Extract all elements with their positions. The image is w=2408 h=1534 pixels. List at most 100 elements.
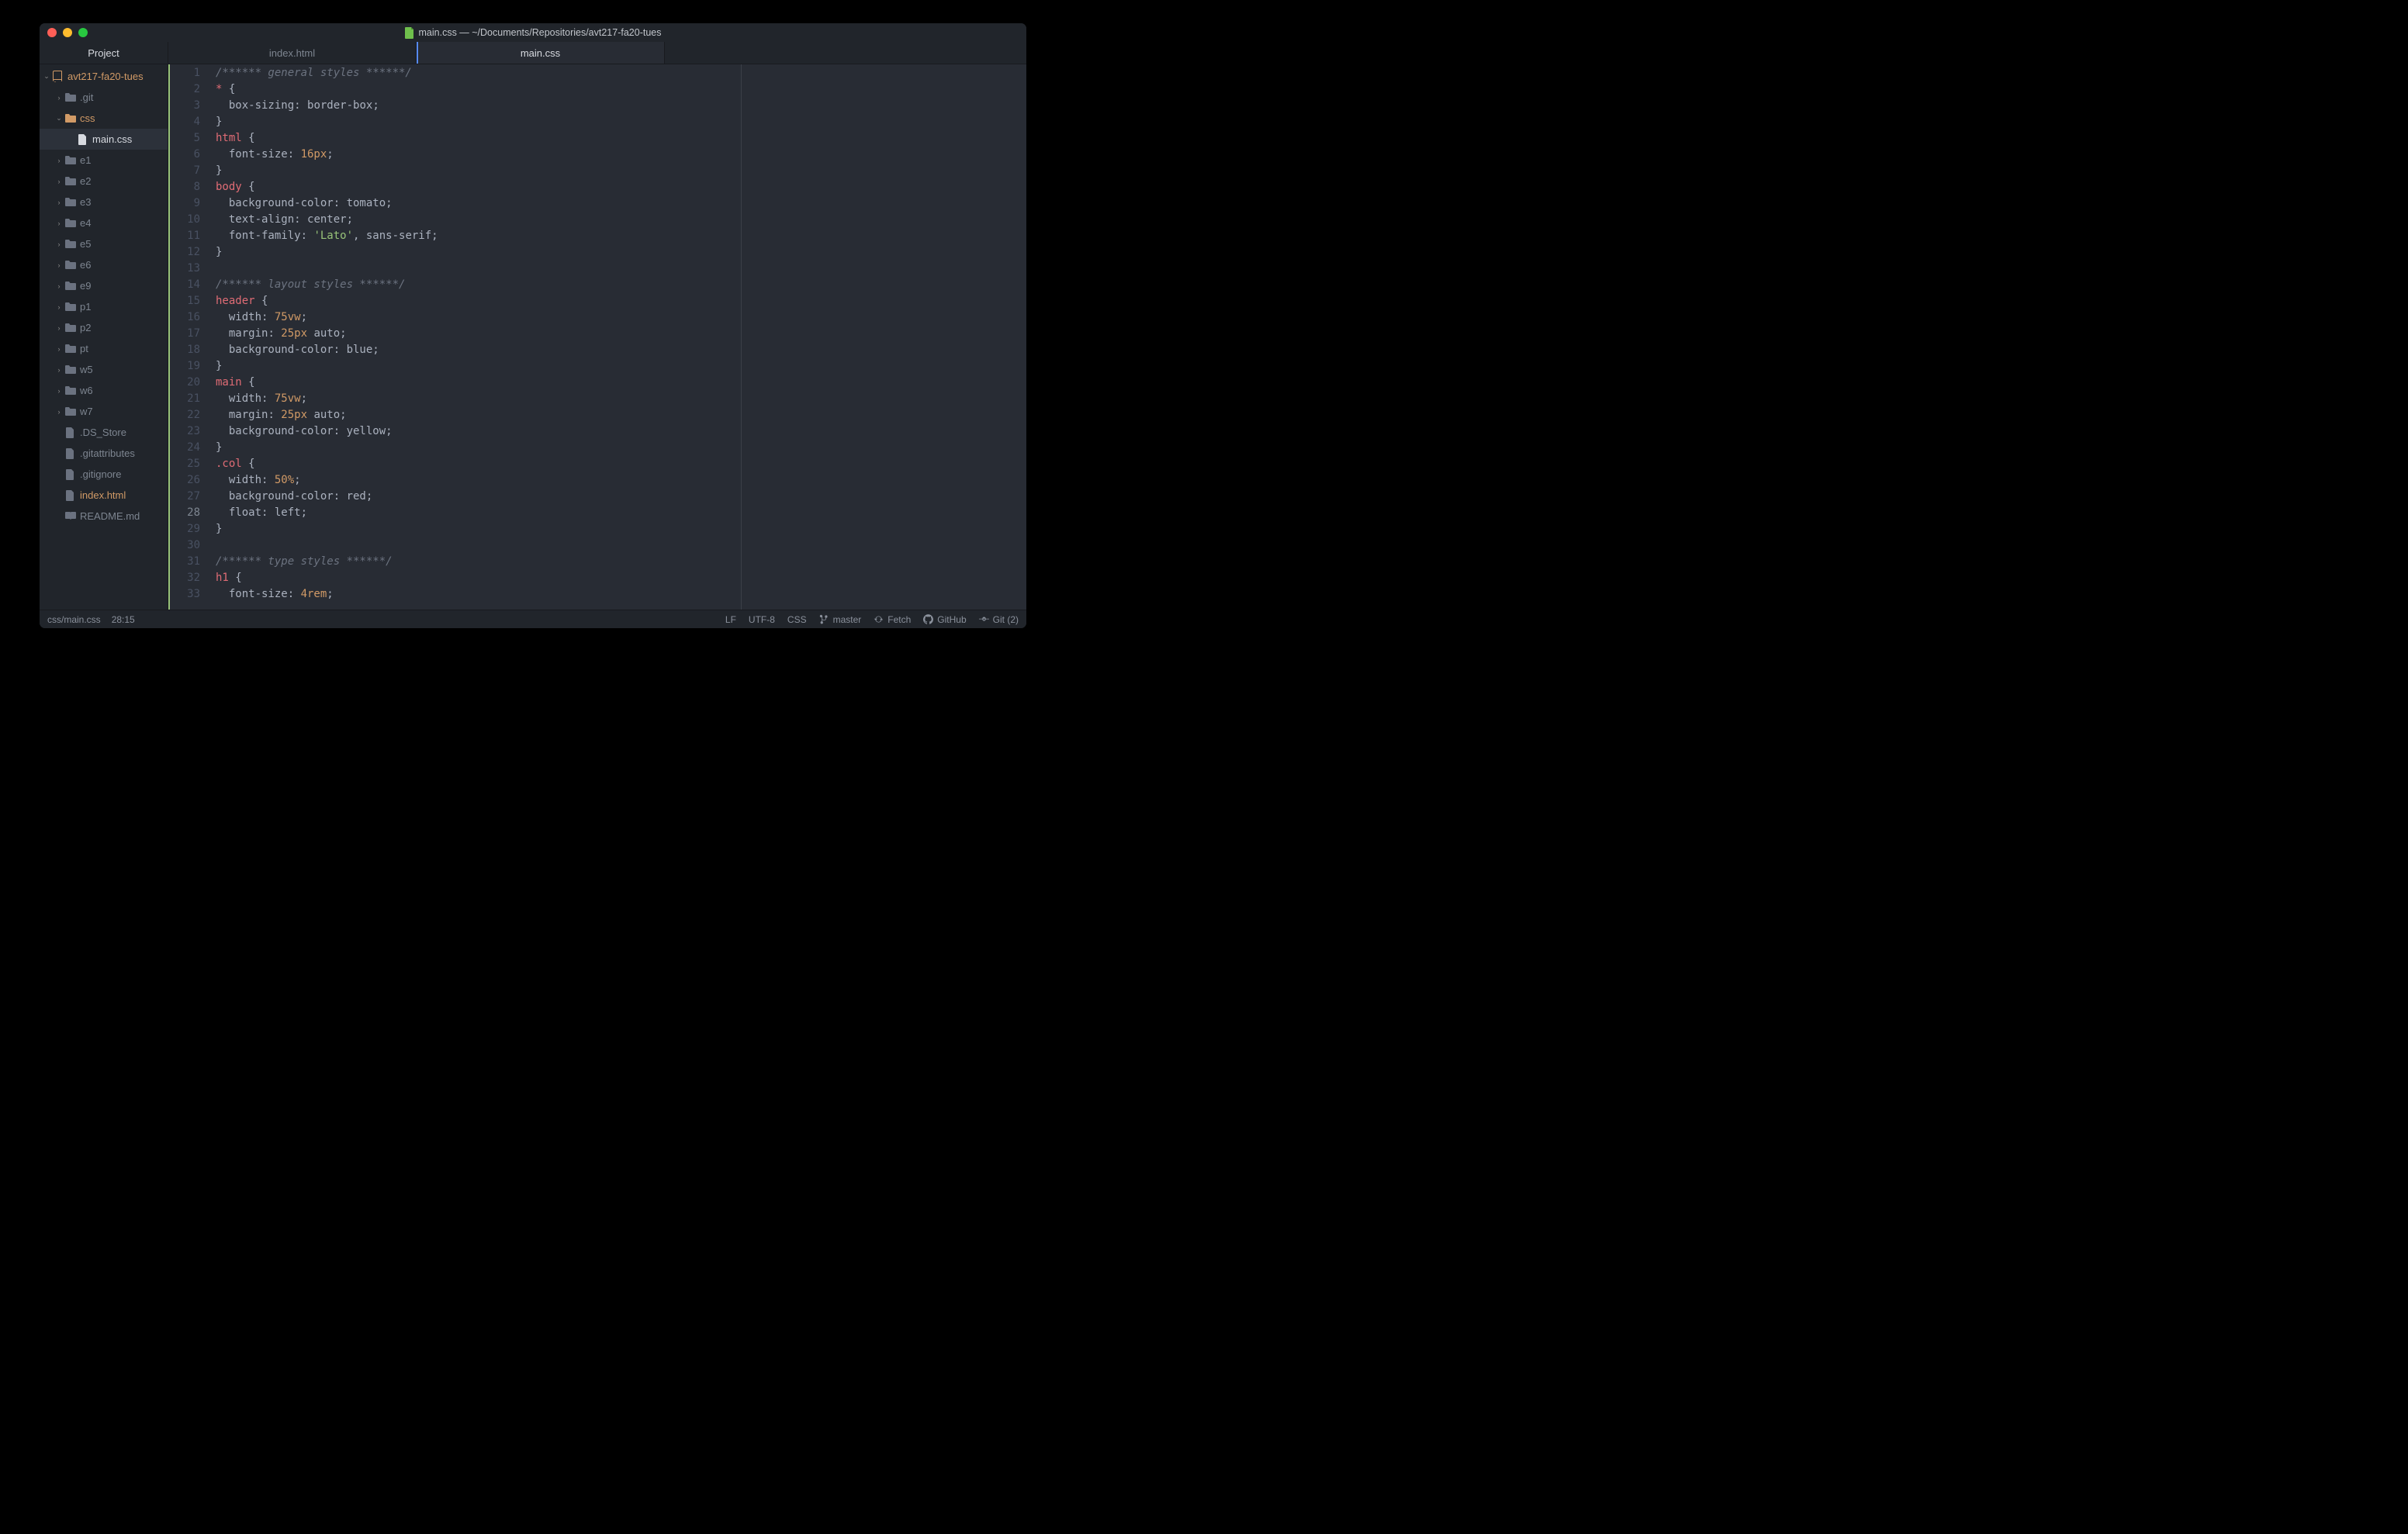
- code-line[interactable]: font-family: 'Lato', sans-serif;: [216, 228, 1026, 244]
- code-line[interactable]: }: [216, 163, 1026, 179]
- tree-item[interactable]: ›e3: [40, 192, 168, 212]
- code-line[interactable]: }: [216, 358, 1026, 375]
- file-icon: [64, 489, 76, 501]
- editor[interactable]: 1234567891011121314151617181920212223242…: [168, 64, 1026, 610]
- code-line[interactable]: }: [216, 244, 1026, 261]
- readme-icon: [64, 510, 76, 522]
- code-area[interactable]: /****** general styles ******/* { box-si…: [208, 64, 1026, 610]
- gutter[interactable]: 1234567891011121314151617181920212223242…: [168, 64, 208, 610]
- code-line[interactable]: box-sizing: border-box;: [216, 98, 1026, 114]
- code-line[interactable]: }: [216, 114, 1026, 130]
- folder-icon: [64, 154, 76, 166]
- folder-icon: [64, 217, 76, 229]
- tree-item[interactable]: ›e2: [40, 171, 168, 192]
- status-cursor[interactable]: 28:15: [112, 614, 135, 625]
- folder-icon: [64, 343, 76, 354]
- maximize-window-button[interactable]: [78, 28, 88, 37]
- code-line[interactable]: margin: 25px auto;: [216, 326, 1026, 342]
- tree-root[interactable]: ⌄ avt217-fa20-tues: [40, 66, 168, 87]
- status-branch[interactable]: master: [819, 614, 862, 625]
- tree-item[interactable]: .DS_Store: [40, 422, 168, 443]
- code-line[interactable]: font-size: 4rem;: [216, 586, 1026, 603]
- code-line[interactable]: .col {: [216, 456, 1026, 472]
- chevron-down-icon: ⌄: [43, 72, 50, 81]
- code-line[interactable]: width: 50%;: [216, 472, 1026, 489]
- code-line[interactable]: [216, 537, 1026, 554]
- repo-icon: [52, 71, 64, 82]
- code-line[interactable]: text-align: center;: [216, 212, 1026, 228]
- sidebar: Project ⌄ avt217-fa20-tues ›.git⌄cssmain.c…: [40, 42, 168, 610]
- file-icon: [64, 468, 76, 480]
- tree-item-label: e4: [80, 217, 91, 229]
- code-line[interactable]: background-color: tomato;: [216, 195, 1026, 212]
- tree-item-label: avt217-fa20-tues: [67, 71, 144, 82]
- status-git[interactable]: Git (2): [979, 614, 1019, 625]
- status-github[interactable]: GitHub: [923, 614, 966, 625]
- status-grammar[interactable]: CSS: [787, 614, 807, 625]
- code-line[interactable]: h1 {: [216, 570, 1026, 586]
- close-window-button[interactable]: [47, 28, 57, 37]
- code-line[interactable]: header {: [216, 293, 1026, 309]
- tree-item[interactable]: ⌄css: [40, 108, 168, 129]
- tree-item[interactable]: .gitignore: [40, 464, 168, 485]
- code-line[interactable]: }: [216, 521, 1026, 537]
- tree-item[interactable]: ›e5: [40, 233, 168, 254]
- tree-item-label: p2: [80, 322, 91, 333]
- file-icon: [405, 27, 414, 39]
- code-line[interactable]: /****** layout styles ******/: [216, 277, 1026, 293]
- tree-item[interactable]: ›p1: [40, 296, 168, 317]
- code-line[interactable]: /****** type styles ******/: [216, 554, 1026, 570]
- chevron-right-icon: ›: [55, 324, 63, 332]
- tab[interactable]: index.html: [168, 42, 417, 64]
- code-line[interactable]: font-size: 16px;: [216, 147, 1026, 163]
- tree-item[interactable]: › p2: [40, 317, 168, 338]
- folder-icon: [64, 259, 76, 271]
- tree-item[interactable]: ›e9: [40, 275, 168, 296]
- folder-icon: [64, 301, 76, 313]
- code-line[interactable]: float: left;: [216, 505, 1026, 521]
- code-line[interactable]: [216, 261, 1026, 277]
- status-encoding[interactable]: UTF-8: [749, 614, 775, 625]
- chevron-down-icon: ⌄: [55, 114, 63, 123]
- tree-item[interactable]: ›.git: [40, 87, 168, 108]
- tree-item-label: w5: [80, 364, 93, 375]
- file-tree[interactable]: ⌄avt217-fa20-tues›.git⌄cssmain.css›e1›e2…: [40, 64, 168, 610]
- code-line[interactable]: }: [216, 440, 1026, 456]
- tree-item[interactable]: index.html: [40, 485, 168, 506]
- code-line[interactable]: main {: [216, 375, 1026, 391]
- code-line[interactable]: body {: [216, 179, 1026, 195]
- folder-icon: [64, 406, 76, 417]
- tree-item[interactable]: ›e4: [40, 212, 168, 233]
- tree-item[interactable]: ›w7: [40, 401, 168, 422]
- code-line[interactable]: * {: [216, 81, 1026, 98]
- tree-item-label: e1: [80, 154, 91, 166]
- traffic-lights: [47, 28, 88, 37]
- tree-item-label: e6: [80, 259, 91, 271]
- tree-item[interactable]: ›w6: [40, 380, 168, 401]
- code-line[interactable]: /****** general styles ******/: [216, 65, 1026, 81]
- tree-item[interactable]: ›w5: [40, 359, 168, 380]
- code-line[interactable]: margin: 25px auto;: [216, 407, 1026, 423]
- tree-item[interactable]: README.md: [40, 506, 168, 527]
- code-line[interactable]: html {: [216, 130, 1026, 147]
- status-fetch[interactable]: Fetch: [874, 614, 911, 625]
- sidebar-header[interactable]: Project: [40, 42, 168, 64]
- code-line[interactable]: background-color: yellow;: [216, 423, 1026, 440]
- tab[interactable]: main.css: [417, 42, 665, 64]
- code-line[interactable]: background-color: blue;: [216, 342, 1026, 358]
- code-line[interactable]: width: 75vw;: [216, 309, 1026, 326]
- chevron-right-icon: ›: [55, 387, 63, 395]
- status-line-ending[interactable]: LF: [725, 614, 736, 625]
- folder-icon: [64, 196, 76, 208]
- titlebar[interactable]: main.css — ~/Documents/Repositories/avt2…: [40, 23, 1026, 42]
- code-line[interactable]: background-color: red;: [216, 489, 1026, 505]
- tree-item[interactable]: ›e6: [40, 254, 168, 275]
- minimize-window-button[interactable]: [63, 28, 72, 37]
- tree-item[interactable]: .gitattributes: [40, 443, 168, 464]
- tree-item[interactable]: ›pt: [40, 338, 168, 359]
- tree-item[interactable]: ›e1: [40, 150, 168, 171]
- github-icon: [923, 614, 933, 624]
- status-file-path[interactable]: css/main.css: [47, 614, 101, 625]
- tree-item[interactable]: main.css: [40, 129, 168, 150]
- code-line[interactable]: width: 75vw;: [216, 391, 1026, 407]
